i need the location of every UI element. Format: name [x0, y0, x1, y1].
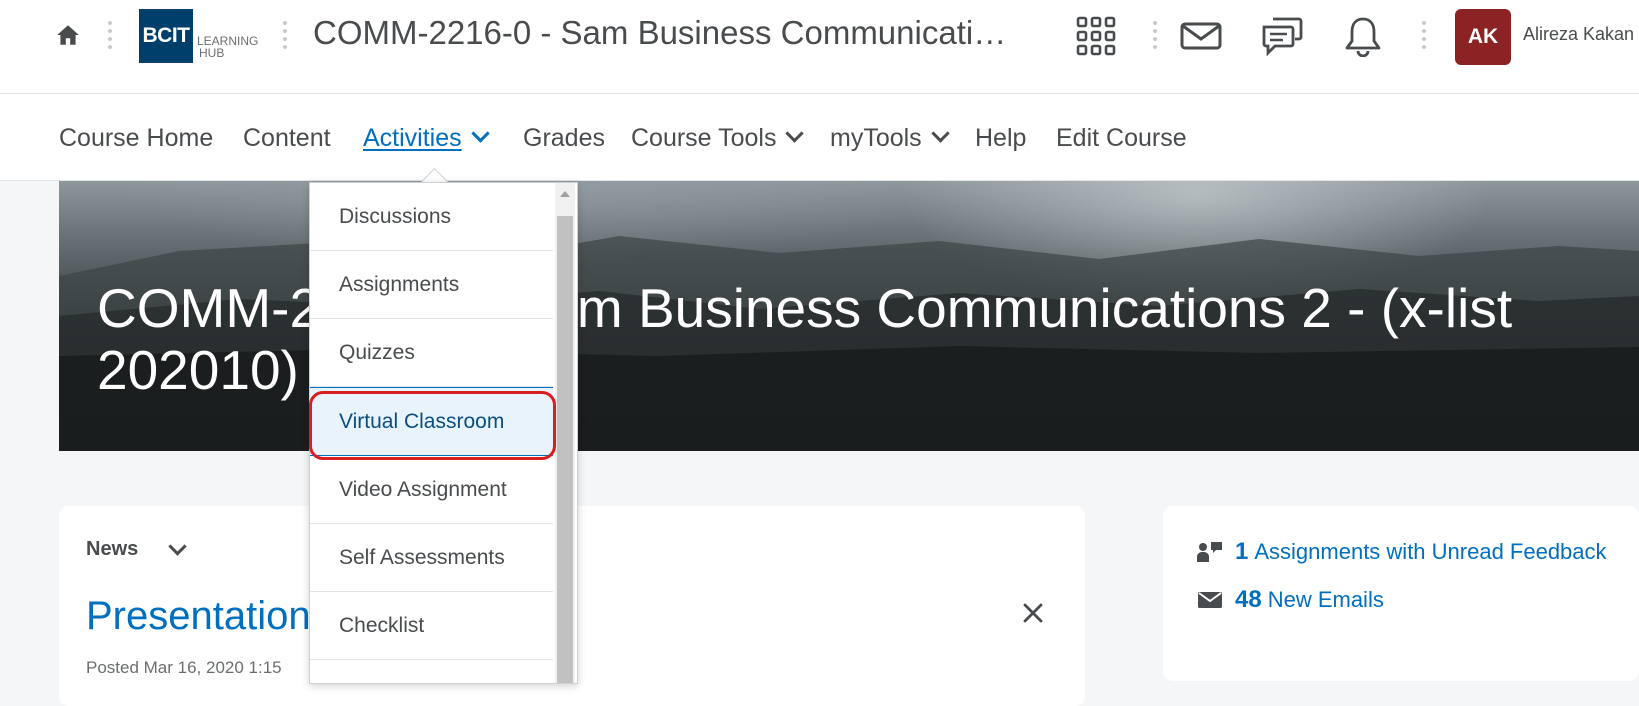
apps-grid-icon[interactable] [1075, 15, 1117, 57]
nav-grades[interactable]: Grades [523, 124, 605, 153]
nav-course-tools-label: Course Tools [631, 124, 777, 152]
dropdown-list: Discussions Assignments Quizzes Virtual … [310, 183, 553, 660]
home-icon[interactable] [55, 22, 81, 48]
course-title[interactable]: COMM-2216-0 - Sam Business Communicati… [313, 14, 1006, 52]
feedback-count: 1 [1235, 538, 1249, 565]
news-headline-link[interactable]: Presentation [86, 594, 311, 639]
feedback-icon [1197, 542, 1222, 562]
menu-item-label: Self Assessments [339, 546, 505, 569]
menu-item-label: Quizzes [339, 341, 415, 364]
divider-dots [1153, 19, 1157, 51]
divider-dots [283, 19, 287, 51]
nav-help[interactable]: Help [975, 124, 1026, 153]
email-label: New Emails [1267, 587, 1384, 612]
logo-trademark: ™ [187, 10, 193, 16]
mail-icon [1198, 592, 1222, 608]
divider-dots [1422, 19, 1426, 51]
nav-content[interactable]: Content [243, 124, 331, 153]
nav-mytools-label: myTools [830, 124, 922, 152]
chevron-down-icon [470, 124, 490, 143]
menu-item-label: Video Assignment [339, 478, 507, 501]
updates-widget: 1 Assignments with Unread Feedback 48 New … [1163, 506, 1639, 681]
nav-course-tools[interactable]: Course Tools [631, 124, 805, 153]
menu-item-discussions[interactable]: Discussions [310, 183, 553, 251]
logo-mark: BCIT [139, 9, 193, 63]
nav-course-home[interactable]: Course Home [59, 124, 213, 153]
email-count: 48 [1235, 586, 1262, 613]
news-label: News [86, 538, 139, 560]
close-icon[interactable] [1022, 602, 1044, 624]
news-posted-date: Posted Mar 16, 2020 1:15 [86, 658, 282, 677]
menu-item-checklist[interactable]: Checklist [310, 592, 553, 660]
menu-item-label: Assignments [339, 273, 460, 296]
menu-item-virtual-classroom[interactable]: Virtual Classroom [310, 387, 553, 456]
scroll-up-arrow-icon[interactable] [560, 191, 570, 197]
mail-icon[interactable] [1180, 15, 1222, 57]
dropdown-scrollbar[interactable] [555, 183, 575, 683]
messages-icon[interactable] [1261, 15, 1303, 57]
feedback-label: Assignments with Unread Feedback [1254, 539, 1607, 564]
new-emails-link[interactable]: 48 New Emails [1198, 586, 1384, 614]
nav-mytools[interactable]: myTools [830, 124, 950, 153]
chevron-down-icon[interactable] [168, 537, 187, 556]
menu-item-self-assessments[interactable]: Self Assessments [310, 524, 553, 592]
chevron-down-icon [785, 124, 805, 143]
nav-edit-course[interactable]: Edit Course [1056, 124, 1187, 153]
chevron-down-icon [930, 124, 950, 143]
activities-dropdown-menu: Discussions Assignments Quizzes Virtual … [309, 182, 578, 684]
menu-item-label: Virtual Classroom [339, 410, 505, 433]
menu-item-assignments[interactable]: Assignments [310, 251, 553, 319]
menu-item-video-assignment[interactable]: Video Assignment [310, 456, 553, 524]
logo-subtitle-line2: HUB [199, 46, 225, 60]
logo-subtitle: LEARNING HUB [197, 35, 258, 59]
menu-item-quizzes[interactable]: Quizzes [310, 319, 553, 387]
user-name[interactable]: Alireza Kakan [1523, 24, 1634, 45]
bell-icon[interactable] [1342, 15, 1384, 57]
unread-feedback-link[interactable]: 1 Assignments with Unread Feedback [1197, 538, 1607, 566]
avatar[interactable]: AK [1455, 9, 1511, 65]
course-banner: COMM-2216-0 - Sam Business Communication… [59, 181, 1639, 451]
menu-item-label: Checklist [339, 614, 425, 637]
menu-item-label: Discussions [339, 205, 452, 228]
scrollbar-thumb[interactable] [557, 216, 573, 683]
nav-activities[interactable]: Activities [363, 124, 490, 153]
nav-activities-label: Activities [363, 124, 462, 152]
course-navbar: Course Home Content Activities Grades Co… [0, 94, 1639, 181]
top-header: BCIT ™ LEARNING HUB COMM-2216-0 - Sam Bu… [0, 0, 1639, 94]
divider-dots [108, 19, 112, 51]
